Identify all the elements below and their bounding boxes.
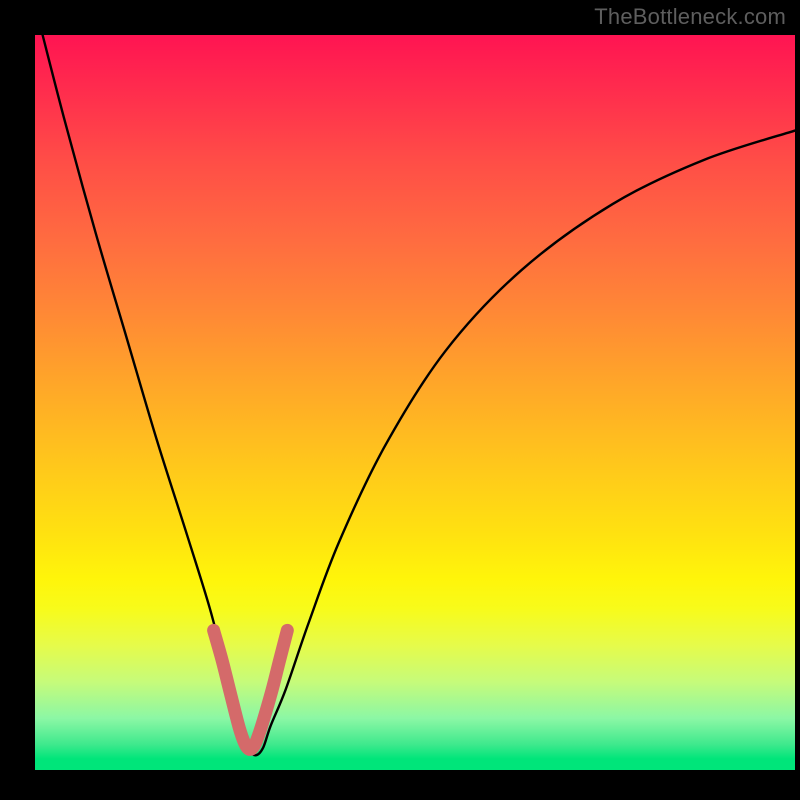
notch-highlight — [214, 630, 288, 749]
chart-frame: TheBottleneck.com — [0, 0, 800, 800]
bottleneck-curve — [43, 35, 795, 755]
plot-area — [35, 35, 795, 770]
curve-layer — [35, 35, 795, 770]
attribution-label: TheBottleneck.com — [594, 4, 786, 30]
